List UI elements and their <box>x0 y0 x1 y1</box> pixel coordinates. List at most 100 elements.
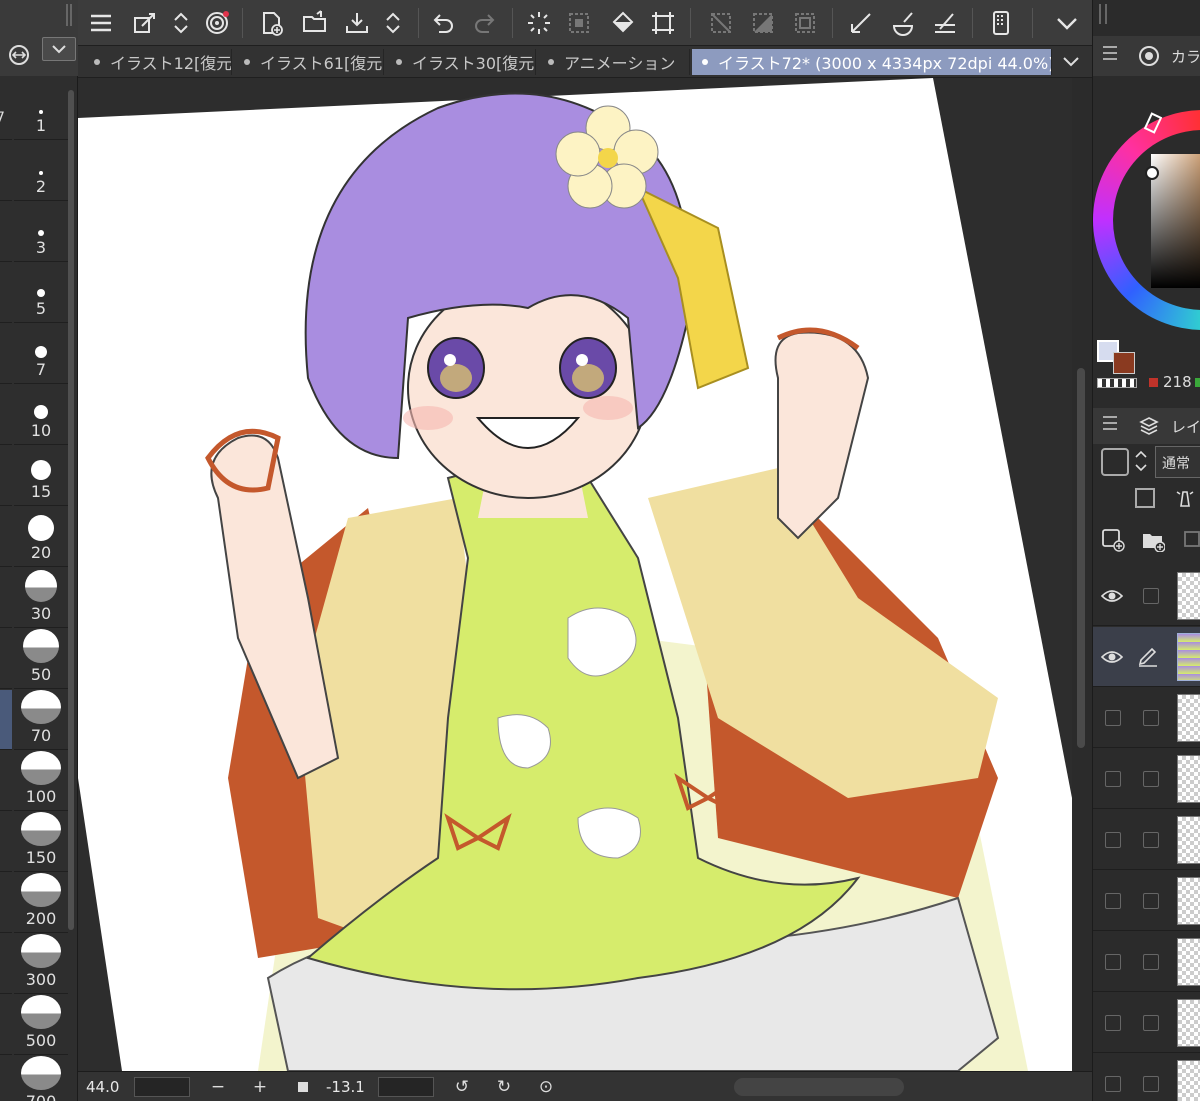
new-file-icon[interactable] <box>254 6 288 40</box>
zoom-slider[interactable] <box>134 1077 190 1097</box>
layer-row[interactable] <box>1093 627 1200 687</box>
panel-menu-button[interactable] <box>42 37 76 61</box>
reference-layer-icon[interactable] <box>1135 488 1155 508</box>
rotation-value[interactable]: -13.1 <box>326 1078 365 1096</box>
lock-checkbox[interactable] <box>1143 1076 1159 1092</box>
brush-size-700[interactable]: 700 <box>14 1056 68 1101</box>
brush-size-3[interactable]: 3 <box>14 202 68 262</box>
tab-illust-72-active[interactable]: イラスト72* (3000 x 4334px 72dpi 44.0%) <box>692 49 1052 75</box>
brush-size-partial-cell[interactable] <box>0 324 12 384</box>
hamburger-icon[interactable] <box>1103 416 1117 430</box>
brush-size-200[interactable]: 200 <box>14 873 68 933</box>
brush-size-partial-cell[interactable] <box>0 690 12 750</box>
color-picker-handle[interactable] <box>1145 166 1159 180</box>
color-tab-label[interactable]: カラ <box>1171 46 1200 67</box>
tab-illust-12[interactable]: イラスト12[復元 <box>84 49 232 75</box>
transform-icon[interactable] <box>128 6 162 40</box>
zoom-value[interactable]: 44.0 <box>86 1078 119 1096</box>
drawing-canvas[interactable] <box>78 78 1072 1071</box>
layer-row[interactable] <box>1093 932 1200 992</box>
brush-size-70[interactable]: 70 <box>14 690 68 750</box>
brush-size-10[interactable]: 10 <box>14 385 68 445</box>
visibility-checkbox[interactable] <box>1105 771 1121 787</box>
visibility-checkbox[interactable] <box>1105 832 1121 848</box>
sub-color-swatch[interactable] <box>1113 352 1135 374</box>
visibility-checkbox[interactable] <box>1105 1076 1121 1092</box>
layer-row[interactable] <box>1093 566 1200 626</box>
brush-size-2[interactable]: 2 <box>14 141 68 201</box>
brush-size-1[interactable]: 1 <box>14 80 68 140</box>
visibility-checkbox[interactable] <box>1105 1015 1121 1031</box>
brush-size-scrollbar[interactable] <box>68 90 74 930</box>
chevron-down-icon[interactable] <box>1050 6 1084 40</box>
rotate-left-icon[interactable]: ↺ <box>452 1077 472 1097</box>
chevron-updown-icon[interactable] <box>1133 446 1149 476</box>
visibility-checkbox[interactable] <box>1105 710 1121 726</box>
redo-icon[interactable] <box>468 6 502 40</box>
new-raster-layer-icon[interactable] <box>1101 528 1125 552</box>
layer-row[interactable] <box>1093 1054 1200 1101</box>
save-icon[interactable] <box>340 6 374 40</box>
brush-size-partial-cell[interactable] <box>0 263 12 323</box>
collapse-panel-icon[interactable] <box>4 42 34 68</box>
zoom-out-button[interactable]: − <box>208 1077 228 1097</box>
layer-tab-label[interactable]: レイ <box>1171 416 1200 437</box>
visibility-checkbox[interactable] <box>1105 954 1121 970</box>
red-channel-value[interactable]: 218 <box>1163 373 1192 391</box>
lock-checkbox[interactable] <box>1143 771 1159 787</box>
border-icon[interactable] <box>788 6 822 40</box>
tab-animation[interactable]: アニメーション <box>538 49 690 75</box>
lock-checkbox[interactable] <box>1143 954 1159 970</box>
panel-grip-icon[interactable] <box>66 4 72 26</box>
rotate-right-icon[interactable]: ↻ <box>494 1077 514 1097</box>
transparent-color-icon[interactable] <box>1097 378 1137 388</box>
selection-clear-icon[interactable] <box>562 6 596 40</box>
brush-size-15[interactable]: 15 <box>14 446 68 506</box>
pen-snap-icon[interactable] <box>928 6 962 40</box>
layer-row[interactable] <box>1093 993 1200 1053</box>
device-icon[interactable] <box>984 6 1018 40</box>
brush-size-partial-cell[interactable] <box>0 141 12 201</box>
brush-size-partial-cell[interactable] <box>0 385 12 445</box>
panel-grip-icon[interactable] <box>1099 4 1107 24</box>
brush-size-30[interactable]: 30 <box>14 568 68 628</box>
horizontal-scrollbar-thumb[interactable] <box>734 1078 904 1096</box>
chevron-updown-icon[interactable] <box>376 6 410 40</box>
loading-icon[interactable] <box>522 6 556 40</box>
brush-size-partial-cell[interactable] <box>0 507 12 567</box>
reset-rotation-icon[interactable]: ⊙ <box>536 1077 556 1097</box>
layers-tab-icon[interactable] <box>1139 416 1159 436</box>
brush-size-partial-cell[interactable] <box>0 1056 12 1101</box>
lock-checkbox[interactable] <box>1143 710 1159 726</box>
pencil-icon[interactable] <box>1137 647 1159 667</box>
color-wheel[interactable] <box>1093 110 1200 330</box>
rotation-slider[interactable] <box>378 1077 434 1097</box>
hide-selection-icon[interactable] <box>704 6 738 40</box>
tone-icon[interactable] <box>746 6 780 40</box>
layer-row[interactable] <box>1093 810 1200 870</box>
brush-size-partial-cell[interactable] <box>0 812 12 872</box>
layer-color-square-icon[interactable] <box>1101 448 1129 476</box>
layer-row[interactable] <box>1093 688 1200 748</box>
fill-icon[interactable] <box>606 6 640 40</box>
brush-size-20[interactable]: 20 <box>14 507 68 567</box>
ruler-icon[interactable] <box>844 6 878 40</box>
open-folder-icon[interactable] <box>298 6 332 40</box>
eye-icon[interactable] <box>1100 586 1124 606</box>
undo-icon[interactable] <box>426 6 460 40</box>
brush-size-150[interactable]: 150 <box>14 812 68 872</box>
brush-size-partial-cell[interactable] <box>0 202 12 262</box>
copy-layer-icon[interactable] <box>1181 528 1200 552</box>
lock-checkbox[interactable] <box>1143 893 1159 909</box>
chevron-updown-icon[interactable] <box>164 6 198 40</box>
new-folder-icon[interactable] <box>1141 528 1166 553</box>
layer-row[interactable] <box>1093 749 1200 809</box>
brush-size-50[interactable]: 50 <box>14 629 68 689</box>
lock-checkbox[interactable] <box>1143 832 1159 848</box>
brush-size-partial-cell[interactable] <box>0 934 12 994</box>
tab-illust-61[interactable]: イラスト61[復元 <box>234 49 384 75</box>
brush-size-100[interactable]: 100 <box>14 751 68 811</box>
brush-size-partial-cell[interactable] <box>0 446 12 506</box>
brush-size-partial-cell[interactable]: 7 <box>0 80 12 140</box>
zoom-in-button[interactable]: + <box>250 1077 270 1097</box>
